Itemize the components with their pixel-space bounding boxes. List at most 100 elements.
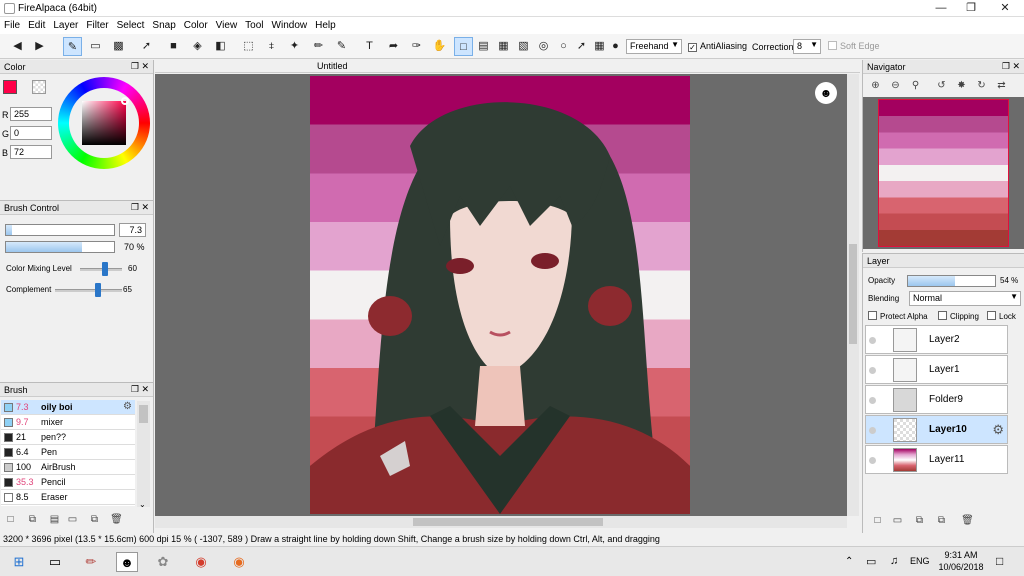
rotate-reset-icon[interactable]: ✸ xyxy=(955,79,968,92)
new-layer-icon[interactable]: □ xyxy=(871,514,884,527)
notifications-icon[interactable]: □ xyxy=(996,554,1003,568)
snap-crisscross-icon[interactable]: ▦ xyxy=(494,37,513,56)
brush-item[interactable]: 8.5 Eraser xyxy=(1,490,135,505)
alpaca-mascot-icon[interactable]: ☻ xyxy=(815,82,837,104)
protect-alpha-checkbox[interactable] xyxy=(868,311,877,320)
language-indicator[interactable]: ENG xyxy=(910,556,930,566)
visibility-icon[interactable] xyxy=(869,457,876,464)
brush-opacity-slider[interactable] xyxy=(5,241,115,253)
rotate-left-icon[interactable]: ↺ xyxy=(935,79,948,92)
stroke-mode-select[interactable]: Freehand ▼ xyxy=(626,39,682,54)
canvas-artwork[interactable] xyxy=(310,76,690,514)
visibility-icon[interactable] xyxy=(869,427,876,434)
firealpaca-taskbar-icon[interactable]: ☻ xyxy=(116,552,138,572)
visibility-icon[interactable] xyxy=(869,337,876,344)
secondary-color-swatch[interactable] xyxy=(32,80,46,94)
tray-chevron-icon[interactable]: ⌃ xyxy=(845,556,853,567)
clock-date[interactable]: 10/06/2018 xyxy=(936,562,986,572)
lock-toggle[interactable]: Lock xyxy=(987,311,1016,321)
brush-item[interactable]: 9.7 mixer xyxy=(1,415,135,430)
bucket-tool-icon[interactable]: ◈ xyxy=(188,37,207,56)
menu-edit[interactable]: Edit xyxy=(24,17,49,31)
menu-color[interactable]: Color xyxy=(180,17,212,31)
flip-icon[interactable]: ⇄ xyxy=(995,79,1008,92)
delete-brush-icon[interactable]: 🗑 xyxy=(110,513,123,526)
pencil-app-icon[interactable]: ✏ xyxy=(80,552,102,572)
snap-curve-icon[interactable]: ➚ xyxy=(572,37,591,56)
scroll-down-icon[interactable]: ⌄ xyxy=(139,500,146,509)
mixing-slider-thumb[interactable] xyxy=(101,262,108,276)
primary-color-swatch[interactable] xyxy=(3,80,17,94)
task-view-icon[interactable]: ▭ xyxy=(44,552,66,572)
brush-list-scrollbar[interactable]: ⌄ xyxy=(137,401,150,509)
scrollbar-thumb[interactable] xyxy=(139,405,148,423)
zoom-out-icon[interactable]: ⊖ xyxy=(889,79,902,92)
snap-off-icon[interactable]: □ xyxy=(454,37,473,56)
clipping-checkbox[interactable] xyxy=(938,311,947,320)
magic-wand-icon[interactable]: ✦ xyxy=(285,37,304,56)
text-tool-icon[interactable]: T xyxy=(360,37,379,56)
canvas-horizontal-scrollbar[interactable] xyxy=(155,516,847,528)
complement-slider[interactable] xyxy=(55,289,122,292)
panel-controls-icon[interactable]: ❐ ✕ xyxy=(131,61,149,72)
blending-select[interactable]: Normal ▼ xyxy=(909,291,1021,306)
layer-row[interactable]: Layer11 xyxy=(865,445,1008,474)
zoom-in-icon[interactable]: ⊕ xyxy=(869,79,882,92)
antialiasing-toggle[interactable]: ✓ AntiAliasing xyxy=(688,41,747,52)
brush-size-field[interactable]: 7.3 xyxy=(119,223,146,237)
brush-size-slider[interactable] xyxy=(5,224,115,236)
prev-frame-icon[interactable]: ◀ xyxy=(8,37,27,56)
rotate-right-icon[interactable]: ↻ xyxy=(975,79,988,92)
vertical-scrollbar-thumb[interactable] xyxy=(849,244,857,344)
menu-window[interactable]: Window xyxy=(268,17,312,31)
firefox-icon[interactable]: ◉ xyxy=(228,552,250,572)
dot-tool-icon[interactable]: ▩ xyxy=(109,37,128,56)
navigator-preview[interactable] xyxy=(878,99,1009,247)
close-icon[interactable]: ✕ xyxy=(990,1,1020,16)
canvas-viewport[interactable]: ☻ xyxy=(155,74,847,516)
soft-edge-toggle[interactable]: Soft Edge xyxy=(828,41,880,51)
brush-item[interactable]: 35.3 Pencil xyxy=(1,475,135,490)
zoom-fit-icon[interactable]: ⚲ xyxy=(909,79,922,92)
chrome-icon[interactable]: ◉ xyxy=(190,552,212,572)
snap-circle-icon[interactable]: ○ xyxy=(554,37,573,56)
eraser-tool-icon[interactable]: ▭ xyxy=(86,37,105,56)
layer-row[interactable]: Folder9 xyxy=(865,385,1008,414)
complement-slider-thumb[interactable] xyxy=(94,283,101,297)
correction-select[interactable]: 8 ▼ xyxy=(793,39,821,54)
gear-icon[interactable]: ⚙ xyxy=(123,401,132,412)
new-folder-icon[interactable]: ▭ xyxy=(891,514,904,527)
next-frame-icon[interactable]: ▶ xyxy=(30,37,49,56)
brush-folder-icon[interactable]: ▭ xyxy=(66,513,79,526)
duplicate-brush-icon[interactable]: ⧉ xyxy=(26,513,39,526)
lasso-tool-icon[interactable]: ⧧ xyxy=(262,37,281,56)
hand-tool-icon[interactable]: ✋ xyxy=(430,37,449,56)
brush-item[interactable]: 100 AirBrush xyxy=(1,460,135,475)
hue-marker[interactable] xyxy=(121,97,129,105)
brush-item[interactable]: 21 pen?? xyxy=(1,430,135,445)
menu-help[interactable]: Help xyxy=(311,17,340,31)
visibility-icon[interactable] xyxy=(869,397,876,404)
snap-vanishing-icon[interactable]: ▧ xyxy=(514,37,533,56)
layer-row[interactable]: Layer2 xyxy=(865,325,1008,354)
menu-snap[interactable]: Snap xyxy=(148,17,179,31)
brush-item[interactable]: 6.4 Pen xyxy=(1,445,135,460)
lock-checkbox[interactable] xyxy=(987,311,996,320)
gradient-tool-icon[interactable]: ◧ xyxy=(211,37,230,56)
brush-settings-icon[interactable]: ▤ xyxy=(48,513,61,526)
restore-icon[interactable]: ❐ xyxy=(956,1,986,16)
r-field[interactable]: 255 xyxy=(10,107,52,121)
saturation-square[interactable] xyxy=(82,101,126,145)
menu-layer[interactable]: Layer xyxy=(49,17,82,31)
snap-settings-icon[interactable]: ● xyxy=(606,37,625,56)
navigator-preview-area[interactable] xyxy=(863,97,1024,249)
layer-row[interactable]: Layer1 xyxy=(865,355,1008,384)
panel-controls-icon[interactable]: ❐ ✕ xyxy=(131,202,149,213)
move-tool-icon[interactable]: ➚ xyxy=(137,37,156,56)
gear-icon[interactable]: ⚙ xyxy=(992,422,1004,438)
horizontal-scrollbar-thumb[interactable] xyxy=(413,518,603,526)
select-eraser-icon[interactable]: ✎ xyxy=(332,37,351,56)
menu-select[interactable]: Select xyxy=(113,17,149,31)
delete-layer-icon[interactable]: 🗑 xyxy=(961,514,974,527)
g-field[interactable]: 0 xyxy=(10,126,52,140)
